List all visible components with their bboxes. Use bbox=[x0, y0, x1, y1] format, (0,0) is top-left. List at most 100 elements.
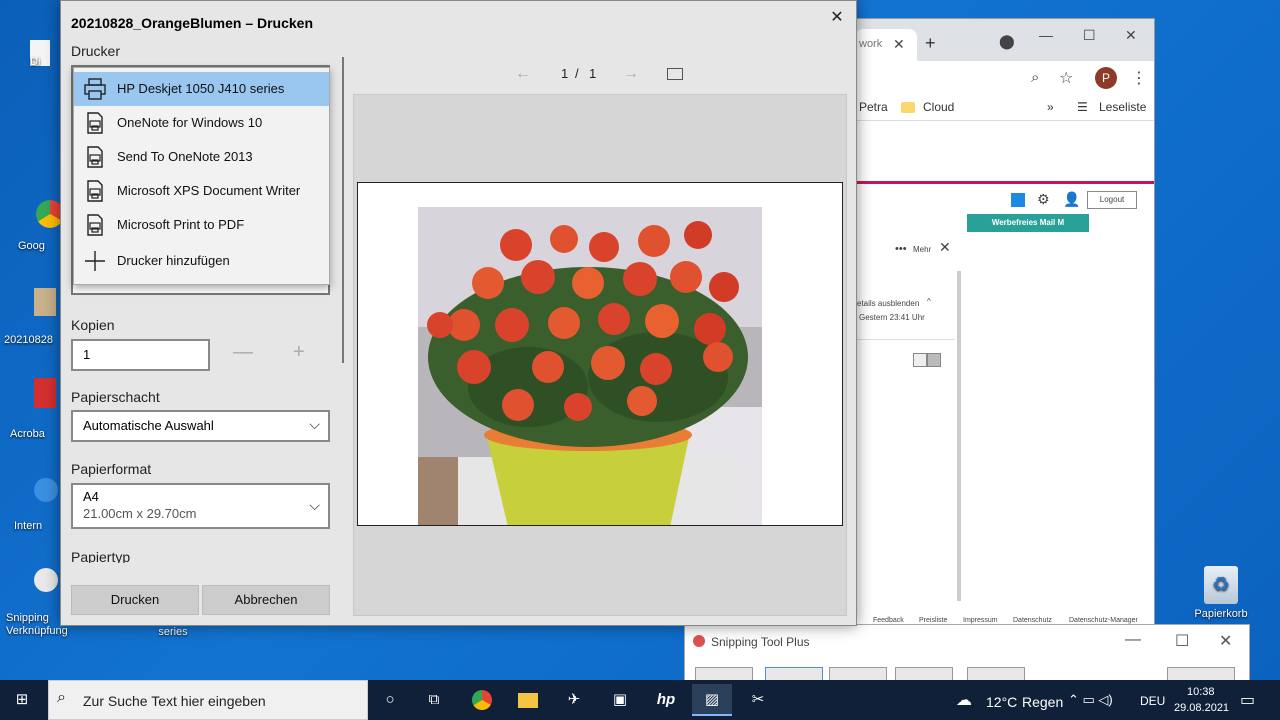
app-icon[interactable]: ✈ bbox=[554, 684, 594, 716]
ad-free-mail-button[interactable]: Werbefreies Mail M bbox=[967, 214, 1089, 232]
chevron-down-icon: ⌵ bbox=[309, 416, 320, 432]
add-printer-option[interactable]: Drucker hinzufügen bbox=[74, 244, 329, 278]
notification-icon[interactable]: ▭ bbox=[1240, 690, 1255, 710]
bookmark-item[interactable]: Cloud bbox=[923, 100, 954, 114]
increment-icon[interactable]: + bbox=[293, 341, 305, 364]
task-view-icon[interactable]: ⧉ bbox=[414, 684, 454, 716]
printer-option-label: Send To OneNote 2013 bbox=[117, 149, 253, 164]
tab-search-icon[interactable]: ⬤ bbox=[999, 33, 1015, 50]
chevron-down-icon: ⌵ bbox=[309, 497, 320, 513]
list-view-icon[interactable] bbox=[913, 353, 927, 367]
user-icon[interactable]: 👤 bbox=[1063, 191, 1080, 208]
close-icon[interactable]: ✕ bbox=[1219, 631, 1232, 651]
printer-option-hp[interactable]: HP Deskjet 1050 J410 series bbox=[74, 72, 329, 106]
clock-date[interactable]: 29.08.2021 bbox=[1174, 702, 1229, 714]
weather-temp[interactable]: 12°C bbox=[986, 694, 1017, 710]
snipping-icon bbox=[34, 568, 58, 592]
language-indicator[interactable]: DEU bbox=[1140, 694, 1165, 708]
recycle-bin-icon: ♻ bbox=[1204, 566, 1238, 604]
papertype-label: Papiertyp bbox=[71, 549, 131, 563]
tray-icons[interactable]: ⌃ ▭ ◁) bbox=[1068, 692, 1113, 708]
weather-text[interactable]: Regen bbox=[1022, 694, 1063, 710]
format-label: Papierformat bbox=[71, 461, 152, 477]
chevron-right-icon[interactable]: » bbox=[1047, 100, 1054, 114]
maximize-icon[interactable]: ☐ bbox=[1083, 27, 1096, 44]
footer-link[interactable]: Datenschutz-Manager bbox=[1069, 617, 1138, 624]
snipping-app-icon bbox=[693, 635, 705, 647]
desktop-icon-label: Snipping Verknüpfung bbox=[6, 612, 68, 637]
maximize-icon[interactable]: ☐ bbox=[1175, 631, 1189, 651]
printer-option-label: Microsoft XPS Document Writer bbox=[117, 183, 301, 198]
reading-list[interactable]: Leseliste bbox=[1099, 100, 1146, 114]
copies-label: Kopien bbox=[71, 317, 115, 333]
bookmarks-bar: Petra Cloud » ☰ Leseliste bbox=[855, 95, 1154, 121]
app-icon[interactable]: ▣ bbox=[600, 684, 640, 716]
photos-icon[interactable]: ▨ bbox=[692, 684, 732, 716]
grid-view-icon[interactable] bbox=[927, 353, 941, 367]
star-icon[interactable]: ☆ bbox=[1059, 68, 1073, 88]
footer-link[interactable]: Datenschutz bbox=[1013, 617, 1052, 624]
close-icon[interactable]: ✕ bbox=[939, 239, 951, 256]
browser-tabstrip: work ✕ + ⬤ — ☐ ✕ bbox=[855, 19, 1154, 61]
snipping-tool-icon[interactable]: ✂ bbox=[738, 684, 778, 716]
minimize-icon[interactable]: — bbox=[1125, 631, 1141, 649]
new-tab-icon[interactable]: + bbox=[925, 33, 936, 54]
close-tab-icon[interactable]: ✕ bbox=[893, 36, 905, 53]
scrollbar[interactable] bbox=[957, 271, 961, 601]
close-icon[interactable]: ✕ bbox=[827, 7, 847, 27]
print-button[interactable]: Drucken bbox=[71, 585, 199, 615]
copies-input[interactable]: 1 bbox=[71, 339, 210, 371]
next-page-icon[interactable]: → bbox=[623, 65, 639, 83]
cortana-icon[interactable]: ○ bbox=[370, 684, 410, 716]
bookmark-item[interactable]: Petra bbox=[859, 100, 888, 114]
search-placeholder: Zur Suche Text hier eingeben bbox=[83, 693, 266, 709]
zoom-icon[interactable]: ⌕ bbox=[1031, 69, 1039, 86]
tab-label: work bbox=[859, 38, 883, 50]
fit-page-icon[interactable] bbox=[667, 68, 683, 80]
acrobat-icon bbox=[34, 378, 56, 408]
format-select[interactable]: A4 21.00cm x 29.70cm ⌵ bbox=[71, 483, 330, 529]
desktop-icon[interactable]: ♻ Papierkorb bbox=[1184, 566, 1258, 621]
chevron-up-icon[interactable]: ^ bbox=[927, 297, 931, 306]
header-divider bbox=[855, 181, 1154, 184]
menu-icon[interactable]: ⋮ bbox=[1131, 68, 1147, 88]
page-separator: / bbox=[575, 66, 579, 81]
settings-icon[interactable]: ⚙ bbox=[1037, 191, 1050, 208]
file-explorer-icon[interactable] bbox=[508, 684, 548, 716]
weather-icon[interactable]: ☁ bbox=[956, 690, 972, 710]
tray-select[interactable]: Automatische Auswahl ⌵ bbox=[71, 410, 330, 442]
section-divider bbox=[855, 339, 955, 340]
desktop-icon-label: Di bbox=[30, 56, 41, 68]
chrome-icon[interactable] bbox=[462, 684, 502, 716]
printer-option-pdf[interactable]: Microsoft Print to PDF bbox=[74, 208, 329, 242]
footer-link[interactable]: Impressum bbox=[963, 617, 998, 624]
document-printer-icon bbox=[87, 146, 103, 168]
profile-avatar[interactable]: P bbox=[1095, 67, 1117, 89]
more-icon[interactable]: ••• bbox=[895, 243, 907, 255]
windows-start-icon[interactable]: ⊞ bbox=[2, 684, 42, 716]
printer-icon bbox=[84, 78, 106, 100]
printer-option-xps[interactable]: Microsoft XPS Document Writer bbox=[74, 174, 329, 208]
close-icon[interactable]: ✕ bbox=[1125, 27, 1137, 44]
print-preview bbox=[353, 94, 847, 616]
footer-link[interactable]: Preisliste bbox=[919, 617, 947, 624]
settings-scrollbar[interactable] bbox=[342, 57, 344, 363]
cancel-button[interactable]: Abbrechen bbox=[202, 585, 330, 615]
browser-tab[interactable]: work ✕ bbox=[855, 29, 917, 61]
details-toggle[interactable]: etails ausblenden bbox=[857, 299, 919, 308]
minimize-icon[interactable]: — bbox=[1039, 27, 1053, 43]
decrement-icon[interactable]: — bbox=[233, 341, 253, 364]
printer-option-onenote2013[interactable]: Send To OneNote 2013 bbox=[74, 140, 329, 174]
taskbar-search[interactable]: ⌕ Zur Suche Text hier eingeben bbox=[48, 680, 368, 720]
previous-page-icon[interactable]: ← bbox=[515, 65, 531, 83]
logout-button[interactable]: Logout bbox=[1087, 191, 1137, 209]
more-label[interactable]: Mehr bbox=[913, 245, 931, 254]
footer-link[interactable]: Feedback bbox=[873, 617, 904, 624]
printer-option-onenote10[interactable]: OneNote for Windows 10 bbox=[74, 106, 329, 140]
document-printer-icon bbox=[87, 112, 103, 134]
printer-option-label: Microsoft Print to PDF bbox=[117, 217, 245, 232]
hp-icon[interactable]: hp bbox=[646, 684, 686, 716]
upload-icon[interactable] bbox=[1011, 193, 1025, 207]
clock-time[interactable]: 10:38 bbox=[1187, 686, 1215, 698]
copies-value: 1 bbox=[83, 347, 91, 362]
